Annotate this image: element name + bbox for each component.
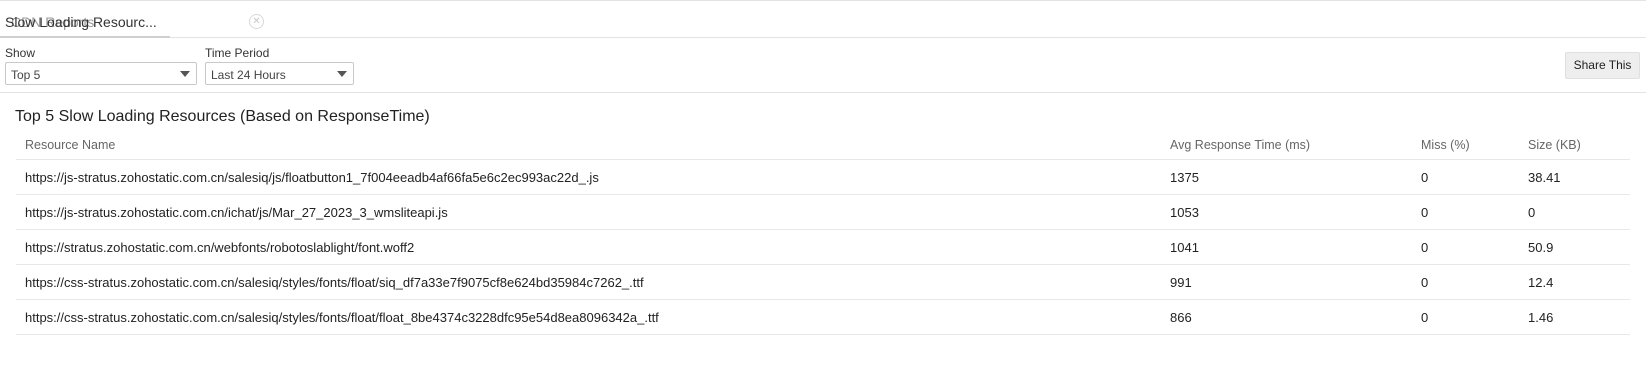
show-label: Show: [5, 46, 36, 60]
dropdown-caret-icon: [337, 71, 347, 77]
table-row: https://js-stratus.zohostatic.com.cn/ich…: [16, 195, 1630, 230]
avg-response-time: 1041: [1170, 240, 1199, 255]
resource-name: https://js-stratus.zohostatic.com.cn/sal…: [25, 170, 599, 185]
report-title: Top 5 Slow Loading Resources (Based on R…: [15, 108, 430, 125]
time-period-select[interactable]: Last 24 Hours: [205, 62, 354, 85]
table-row: https://css-stratus.zohostatic.com.cn/sa…: [16, 300, 1630, 335]
table-row: https://stratus.zohostatic.com.cn/webfon…: [16, 230, 1630, 265]
tab-bar: CDN Reports Slow Loading Resourc... ✕: [0, 0, 1646, 38]
table-row: https://js-stratus.zohostatic.com.cn/sal…: [16, 160, 1630, 195]
show-select[interactable]: Top 5: [5, 62, 197, 85]
size-kb: 50.9: [1528, 240, 1554, 255]
tab-slow-loading-resources[interactable]: Slow Loading Resourc...: [0, 1, 170, 38]
resource-name: https://js-stratus.zohostatic.com.cn/ich…: [25, 205, 448, 220]
avg-response-time: 866: [1170, 310, 1192, 325]
time-period-label: Time Period: [205, 46, 270, 60]
size-kb: 38.41: [1528, 170, 1561, 185]
tab-label: Slow Loading Resourc...: [5, 14, 157, 30]
share-button[interactable]: Share This: [1565, 52, 1640, 79]
size-kb: 1.46: [1528, 310, 1554, 325]
dropdown-caret-icon: [180, 71, 190, 77]
table-header: Resource Name Avg Response Time (ms) Mis…: [16, 131, 1630, 160]
avg-response-time: 1375: [1170, 170, 1199, 185]
miss-percent: 0: [1421, 240, 1429, 255]
close-tab-icon[interactable]: ✕: [249, 14, 264, 29]
size-kb: 0: [1528, 205, 1536, 220]
column-header-resource-name: Resource Name: [25, 138, 116, 152]
table-row: https://css-stratus.zohostatic.com.cn/sa…: [16, 265, 1630, 300]
miss-percent: 0: [1421, 205, 1429, 220]
resource-name: https://css-stratus.zohostatic.com.cn/sa…: [25, 275, 644, 290]
resource-name: https://css-stratus.zohostatic.com.cn/sa…: [25, 310, 659, 325]
column-header-size: Size (KB): [1528, 138, 1581, 152]
avg-response-time: 1053: [1170, 205, 1199, 220]
column-header-miss: Miss (%): [1421, 138, 1470, 152]
resources-table: Resource Name Avg Response Time (ms) Mis…: [16, 131, 1630, 335]
show-select-value: Top 5: [11, 68, 41, 82]
resource-name: https://stratus.zohostatic.com.cn/webfon…: [25, 240, 415, 255]
miss-percent: 0: [1421, 275, 1429, 290]
column-header-avg-response-time: Avg Response Time (ms): [1170, 138, 1311, 152]
miss-percent: 0: [1421, 170, 1429, 185]
time-period-select-value: Last 24 Hours: [211, 68, 286, 82]
size-kb: 12.4: [1528, 275, 1554, 290]
avg-response-time: 991: [1170, 275, 1192, 290]
miss-percent: 0: [1421, 310, 1429, 325]
filter-bar: Show Top 5 Time Period Last 24 Hours Sha…: [0, 38, 1646, 93]
